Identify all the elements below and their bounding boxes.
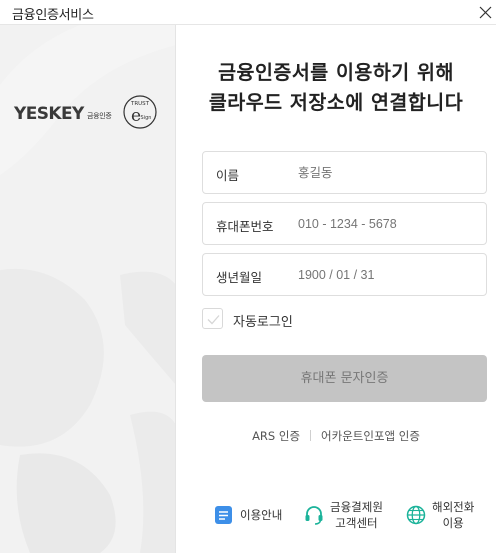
- autologin-checkbox[interactable]: [202, 308, 223, 329]
- birthdate-field[interactable]: 생년월일: [202, 253, 487, 296]
- brand-subtitle: 금융인증: [87, 112, 112, 120]
- accountinfo-app-auth-link[interactable]: 어카운트인포앱 인증: [321, 429, 420, 443]
- ars-auth-link[interactable]: ARS 인증: [252, 429, 300, 443]
- page-heading: 금융인증서를 이용하기 위해 클라우드 저장소에 연결합니다: [176, 58, 496, 118]
- support-center-label: 금융결제원 고객센터: [330, 499, 383, 531]
- guide-label: 이용안내: [240, 508, 283, 522]
- link-divider: [310, 430, 312, 441]
- autologin-label: 자동로그인: [233, 315, 293, 330]
- name-field[interactable]: 이름: [202, 151, 487, 194]
- name-label: 이름: [216, 168, 240, 183]
- alternative-auth-links: ARS 인증 어카운트인포앱 인증: [176, 428, 496, 444]
- left-brand-panel: YESKEY 금융인증 TRUST e Sign: [0, 25, 176, 553]
- globe-icon: [406, 505, 426, 525]
- support-line-2: 고객센터: [335, 516, 378, 530]
- name-input[interactable]: [298, 160, 478, 186]
- phone-label: 휴대폰번호: [216, 219, 274, 234]
- heading-line-2: 클라우드 저장소에 연결합니다: [208, 91, 464, 114]
- window-title: 금융인증서비스: [12, 8, 94, 23]
- checkmark-icon: [207, 315, 220, 325]
- overseas-line-1: 해외전화: [432, 500, 475, 514]
- close-icon[interactable]: [474, 0, 496, 25]
- document-icon: [215, 506, 232, 524]
- headset-icon: [305, 506, 323, 525]
- sms-auth-button[interactable]: 휴대폰 문자인증: [202, 355, 487, 402]
- phone-input[interactable]: [298, 211, 478, 237]
- svg-text:e: e: [131, 106, 141, 126]
- birthdate-label: 생년월일: [216, 270, 263, 285]
- birthdate-input[interactable]: [298, 262, 478, 288]
- phone-field[interactable]: 휴대폰번호: [202, 202, 487, 245]
- overseas-call-label: 해외전화 이용: [432, 499, 474, 531]
- heading-line-1: 금융인증서를 이용하기 위해: [218, 61, 454, 84]
- brand-logo: YESKEY 금융인증 TRUST e Sign: [14, 94, 164, 132]
- title-bar: 금융인증서비스: [0, 0, 496, 25]
- support-line-1: 금융결제원: [330, 500, 383, 514]
- trust-esign-seal-icon: TRUST e Sign: [123, 95, 157, 129]
- overseas-line-2: 이용: [442, 516, 464, 530]
- svg-text:Sign: Sign: [141, 115, 152, 121]
- brand-name: YESKEY: [14, 104, 84, 124]
